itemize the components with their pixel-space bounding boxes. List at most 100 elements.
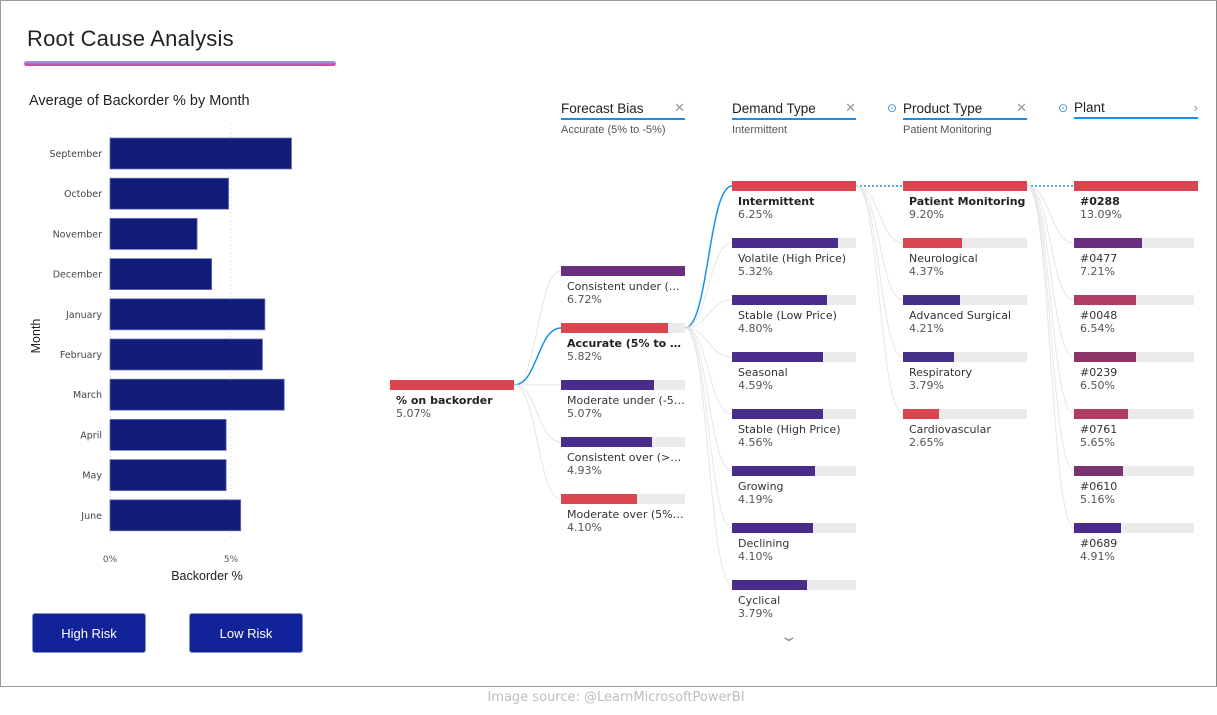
node-value: 7.21% — [1080, 265, 1115, 278]
tree-node[interactable]: #0689 4.91% — [1074, 523, 1194, 563]
level-name: Plant — [1074, 100, 1105, 115]
node-value: 5.65% — [1080, 436, 1115, 449]
tree-node[interactable]: Neurological 4.37% — [903, 238, 1027, 278]
node-bar-track — [732, 409, 856, 419]
node-bar-track — [1074, 466, 1194, 476]
node-value: 3.79% — [909, 379, 944, 392]
node-bar-track — [732, 580, 856, 590]
y-tick-label: January — [65, 310, 102, 321]
tree-node[interactable]: Advanced Surgical 4.21% — [903, 295, 1027, 335]
bar[interactable] — [109, 459, 227, 492]
node-label: Moderate over (5% to ... — [567, 508, 685, 521]
node-bar-track — [903, 238, 1027, 248]
node-value: 5.16% — [1080, 493, 1115, 506]
close-icon[interactable]: ✕ — [1016, 100, 1027, 116]
close-icon[interactable]: ✕ — [674, 100, 685, 116]
node-bar-track — [561, 266, 685, 276]
node-bar-fill — [903, 352, 955, 362]
node-label: % on backorder — [396, 394, 493, 407]
bar[interactable] — [109, 218, 198, 250]
tree-node[interactable]: Growing 4.19% — [732, 466, 856, 506]
tree-node[interactable]: #0477 7.21% — [1074, 238, 1194, 278]
node-bar-fill — [1074, 466, 1123, 476]
node-value: 4.10% — [567, 521, 602, 534]
node-bar-fill — [732, 181, 856, 191]
node-bar-fill — [903, 238, 962, 248]
tree-node[interactable]: Intermittent 6.25% — [732, 181, 856, 221]
tree-node[interactable]: Consistent over (>20%)4.93% — [561, 437, 685, 477]
level-selected-value: Accurate (5% to -5%) — [561, 124, 666, 136]
page-title: Root Cause Analysis — [27, 26, 234, 51]
node-bar-track — [1074, 295, 1194, 305]
tree-node[interactable]: #0048 6.54% — [1074, 295, 1194, 335]
y-tick-label: November — [53, 229, 103, 240]
tree-node[interactable]: Consistent under (<-2...6.72% — [561, 266, 685, 306]
level-header-product-type[interactable]: ⊙ Product Type ✕ Patient Monitoring — [887, 100, 1027, 136]
level-header-plant[interactable]: ⊙ Plant › — [1058, 100, 1198, 123]
node-label: #0610 — [1080, 480, 1118, 493]
tree-node[interactable]: Seasonal 4.59% — [732, 352, 856, 392]
node-value: 6.72% — [567, 293, 602, 306]
tree-node[interactable]: Patient Monitoring 9.20% — [903, 181, 1027, 221]
node-label: Volatile (High Price) — [738, 252, 847, 265]
bar[interactable] — [109, 137, 292, 170]
node-label: #0761 — [1080, 423, 1118, 436]
tree-node[interactable]: Declining 4.10% — [732, 523, 856, 563]
node-value: 4.10% — [738, 550, 773, 563]
tree-node[interactable]: Cyclical 3.79% — [732, 580, 856, 620]
high-risk-button[interactable]: High Risk — [32, 613, 146, 653]
node-bar-fill — [561, 437, 653, 447]
level-header-forecast-bias[interactable]: Forecast Bias ✕ Accurate (5% to -5%) — [561, 100, 685, 136]
node-label: Consistent under (<-2... — [567, 280, 685, 293]
tree-node[interactable]: Volatile (High Price) 5.32% — [732, 238, 856, 278]
bar[interactable] — [109, 258, 213, 291]
node-label: Cardiovascular — [909, 423, 991, 436]
tree-node[interactable]: #0239 6.50% — [1074, 352, 1194, 392]
node-label: Respiratory — [909, 366, 973, 379]
node-value: 4.37% — [909, 265, 944, 278]
bar[interactable] — [109, 499, 242, 532]
tree-node[interactable]: #0610 5.16% — [1074, 466, 1194, 506]
tree-node[interactable]: Stable (Low Price) 4.80% — [732, 295, 856, 335]
bar[interactable] — [109, 338, 263, 371]
level-selected-value: Intermittent — [732, 124, 788, 136]
node-bar-fill — [732, 409, 823, 419]
bar[interactable] — [109, 177, 229, 210]
node-value: 5.07% — [396, 407, 431, 420]
node-label: #0477 — [1080, 252, 1118, 265]
node-label: Stable (High Price) — [738, 423, 841, 436]
y-axis-label: Month — [29, 319, 43, 354]
tree-root-node[interactable]: % on backorder 5.07% — [390, 380, 514, 420]
node-value: 2.65% — [909, 436, 944, 449]
low-risk-button[interactable]: Low Risk — [189, 613, 303, 653]
tree-node[interactable]: Stable (High Price) 4.56% — [732, 409, 856, 449]
node-bar-track — [1074, 238, 1194, 248]
node-bar-fill — [732, 238, 838, 248]
node-bar-track — [561, 380, 685, 390]
tree-node[interactable]: #0761 5.65% — [1074, 409, 1194, 449]
node-bar-fill — [1074, 352, 1136, 362]
bar[interactable] — [109, 378, 285, 411]
tree-node[interactable]: Moderate under (-5% ...5.07% — [561, 380, 685, 420]
lightbulb-icon: ⊙ — [1058, 101, 1069, 115]
node-value: 4.21% — [909, 322, 944, 335]
close-icon[interactable]: ✕ — [845, 100, 856, 116]
node-bar-track — [1074, 352, 1194, 362]
node-bar-track — [1074, 409, 1194, 419]
node-value: 4.19% — [738, 493, 773, 506]
chevron-right-icon[interactable]: › — [1194, 100, 1198, 115]
level-header-demand-type[interactable]: Demand Type ✕ Intermittent — [732, 100, 856, 136]
bar[interactable] — [109, 298, 266, 331]
backorder-bar-chart: 0% 5% September October November December Janu… — [29, 124, 292, 583]
node-bar-track — [732, 295, 856, 305]
tree-node[interactable]: Cardiovascular 2.65% — [903, 409, 1027, 449]
tree-node[interactable]: Respiratory 3.79% — [903, 352, 1027, 392]
tree-node[interactable]: Accurate (5% to -5%)5.82% — [561, 323, 685, 363]
chevron-down-icon[interactable]: ⌄ — [779, 629, 798, 645]
node-bar-fill — [1074, 523, 1121, 533]
bar[interactable] — [109, 418, 227, 451]
tree-node[interactable]: #0288 13.09% — [1074, 181, 1198, 221]
tree-node[interactable]: Moderate over (5% to ...4.10% — [561, 494, 685, 534]
node-bar-fill — [1074, 409, 1128, 419]
node-bar-fill — [732, 466, 816, 476]
